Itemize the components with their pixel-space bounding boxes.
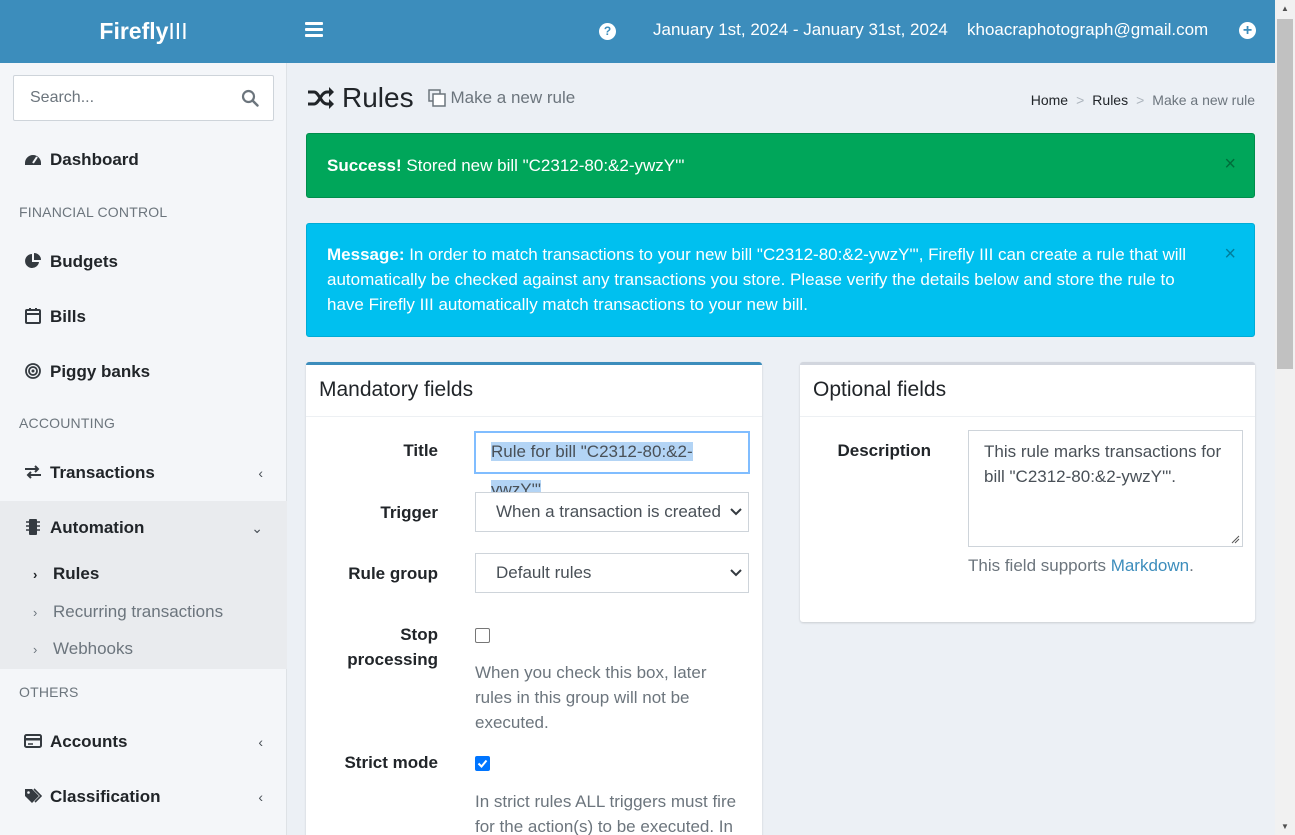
stop-processing-label: Stop processing <box>347 625 438 669</box>
resize-handle-icon[interactable] <box>1230 534 1240 544</box>
date-range-picker[interactable]: January 1st, 2024 - January 31st, 2024 <box>653 20 948 40</box>
trigger-label: Trigger <box>380 503 438 522</box>
calendar-icon <box>25 308 41 324</box>
breadcrumb-rules[interactable]: Rules <box>1092 92 1128 108</box>
chevron-left-icon: ‹ <box>258 789 263 805</box>
description-textarea[interactable]: This rule marks transactions for bill "C… <box>968 430 1243 547</box>
sidebar: Dashboard FINANCIAL CONTROL Budgets Bill… <box>0 63 287 835</box>
alert-label: Message: <box>327 245 405 264</box>
rule-group-select[interactable]: Default rules <box>475 553 749 593</box>
exchange-icon <box>25 465 41 479</box>
chevron-left-icon: ‹ <box>258 465 263 481</box>
card-title: Mandatory fields <box>306 365 762 417</box>
close-icon[interactable]: × <box>1224 154 1236 174</box>
title-input[interactable]: Rule for bill "C2312-80:&2-ywzY'" <box>475 432 749 499</box>
sidebar-item-classification[interactable]: Classification ‹ <box>0 777 287 817</box>
card-title: Optional fields <box>800 365 1255 417</box>
nav-header-others: OTHERS <box>19 684 79 700</box>
alert-text: In order to match transactions to your n… <box>327 245 1187 314</box>
sidebar-item-label: Accounts <box>50 732 128 751</box>
markdown-link[interactable]: Markdown <box>1111 556 1189 575</box>
scroll-up-arrow-icon[interactable]: ▲ <box>1275 0 1295 17</box>
top-navbar: FireflyIII ? January 1st, 2024 - January… <box>0 0 1275 63</box>
page-header: Rules Make a new rule <box>306 82 575 122</box>
stop-processing-checkbox[interactable] <box>475 628 490 643</box>
sidebar-item-accounts[interactable]: Accounts ‹ <box>0 722 287 762</box>
description-label: Description <box>837 441 931 460</box>
page-title: Rules <box>342 82 414 113</box>
chevron-right-icon: › <box>33 567 38 582</box>
sidebar-item-budgets[interactable]: Budgets <box>0 242 287 282</box>
check-icon <box>477 759 488 768</box>
main-content: Rules Make a new rule Home > Rules > Make a … <box>288 63 1275 835</box>
random-shuffle-icon <box>308 87 334 109</box>
sidebar-item-automation[interactable]: Automation ⌄ <box>0 508 287 548</box>
hamburger-menu-icon[interactable] <box>305 22 323 40</box>
alert-label: Success! <box>327 156 402 175</box>
description-help: This field supports Markdown. <box>968 556 1194 575</box>
nav-header-accounting: ACCOUNTING <box>19 415 116 431</box>
strict-mode-help: In strict rules ALL triggers must fire f… <box>475 792 737 835</box>
chevron-left-icon: ‹ <box>258 734 263 750</box>
sidebar-item-piggy-banks[interactable]: Piggy banks <box>0 352 287 392</box>
scrollbar-thumb[interactable] <box>1277 19 1293 369</box>
optional-fields-card: Optional fields Description This rule ma… <box>800 362 1255 622</box>
search-icon[interactable] <box>241 89 259 107</box>
info-alert: Message: In order to match transactions … <box>306 223 1255 337</box>
sidebar-item-dashboard[interactable]: Dashboard <box>0 140 287 180</box>
target-icon <box>25 363 41 379</box>
chevron-right-icon: › <box>33 605 38 620</box>
sidebar-item-label: Dashboard <box>50 150 139 169</box>
sidebar-item-label: Bills <box>50 307 86 326</box>
sidebar-search <box>13 75 274 121</box>
close-icon[interactable]: × <box>1224 244 1236 264</box>
breadcrumb-current: Make a new rule <box>1152 92 1255 108</box>
breadcrumb: Home > Rules > Make a new rule <box>1030 92 1255 108</box>
breadcrumb-home[interactable]: Home <box>1031 92 1068 108</box>
chevron-right-icon: › <box>33 642 38 657</box>
strict-mode-checkbox[interactable] <box>475 756 490 771</box>
chevron-down-icon <box>730 508 742 516</box>
dashboard-icon <box>25 155 41 165</box>
sidebar-item-label: Classification <box>50 787 161 806</box>
alert-text: Stored new bill "C2312-80:&2-ywzY'" <box>401 156 685 175</box>
user-menu[interactable]: khoacraphotograph@gmail.com <box>967 20 1208 40</box>
brand-logo[interactable]: FireflyIII <box>0 0 287 63</box>
rule-group-label: Rule group <box>348 564 438 583</box>
sidebar-subitem-webhooks[interactable]: › Webhooks <box>33 633 133 665</box>
help-icon[interactable]: ? <box>599 23 616 40</box>
sidebar-item-label: Budgets <box>50 252 118 271</box>
sidebar-item-label: Transactions <box>50 463 155 482</box>
credit-card-icon <box>24 734 42 748</box>
sidebar-subitem-rules[interactable]: › Rules <box>33 558 99 590</box>
pie-chart-icon <box>25 253 41 268</box>
scroll-down-arrow-icon[interactable]: ▼ <box>1275 818 1295 835</box>
sidebar-item-transactions[interactable]: Transactions ‹ <box>0 453 287 493</box>
create-new-icon[interactable]: + <box>1239 22 1256 39</box>
search-input[interactable] <box>14 76 224 120</box>
strict-mode-label: Strict mode <box>344 753 438 772</box>
success-alert: Success! Stored new bill "C2312-80:&2-yw… <box>306 133 1255 198</box>
microchip-icon <box>26 519 40 535</box>
page-subtitle: Make a new rule <box>450 88 576 107</box>
page-scrollbar[interactable]: ▲ ▼ <box>1275 0 1295 835</box>
tags-icon <box>25 788 42 803</box>
chevron-down-icon <box>730 569 742 577</box>
title-label: Title <box>403 441 438 460</box>
sidebar-subitem-recurring[interactable]: › Recurring transactions <box>33 596 223 628</box>
mandatory-fields-card: Mandatory fields Title Rule for bill "C2… <box>306 362 762 835</box>
sidebar-item-label: Piggy banks <box>50 362 151 381</box>
nav-header-financial: FINANCIAL CONTROL <box>19 204 168 220</box>
stop-processing-help: When you check this box, later rules in … <box>475 663 707 732</box>
trigger-select[interactable]: When a transaction is created <box>475 492 749 532</box>
chevron-down-icon: ⌄ <box>251 520 263 536</box>
sidebar-item-label: Automation <box>50 518 145 537</box>
sidebar-item-bills[interactable]: Bills <box>0 297 287 337</box>
copy-icon <box>428 89 446 107</box>
